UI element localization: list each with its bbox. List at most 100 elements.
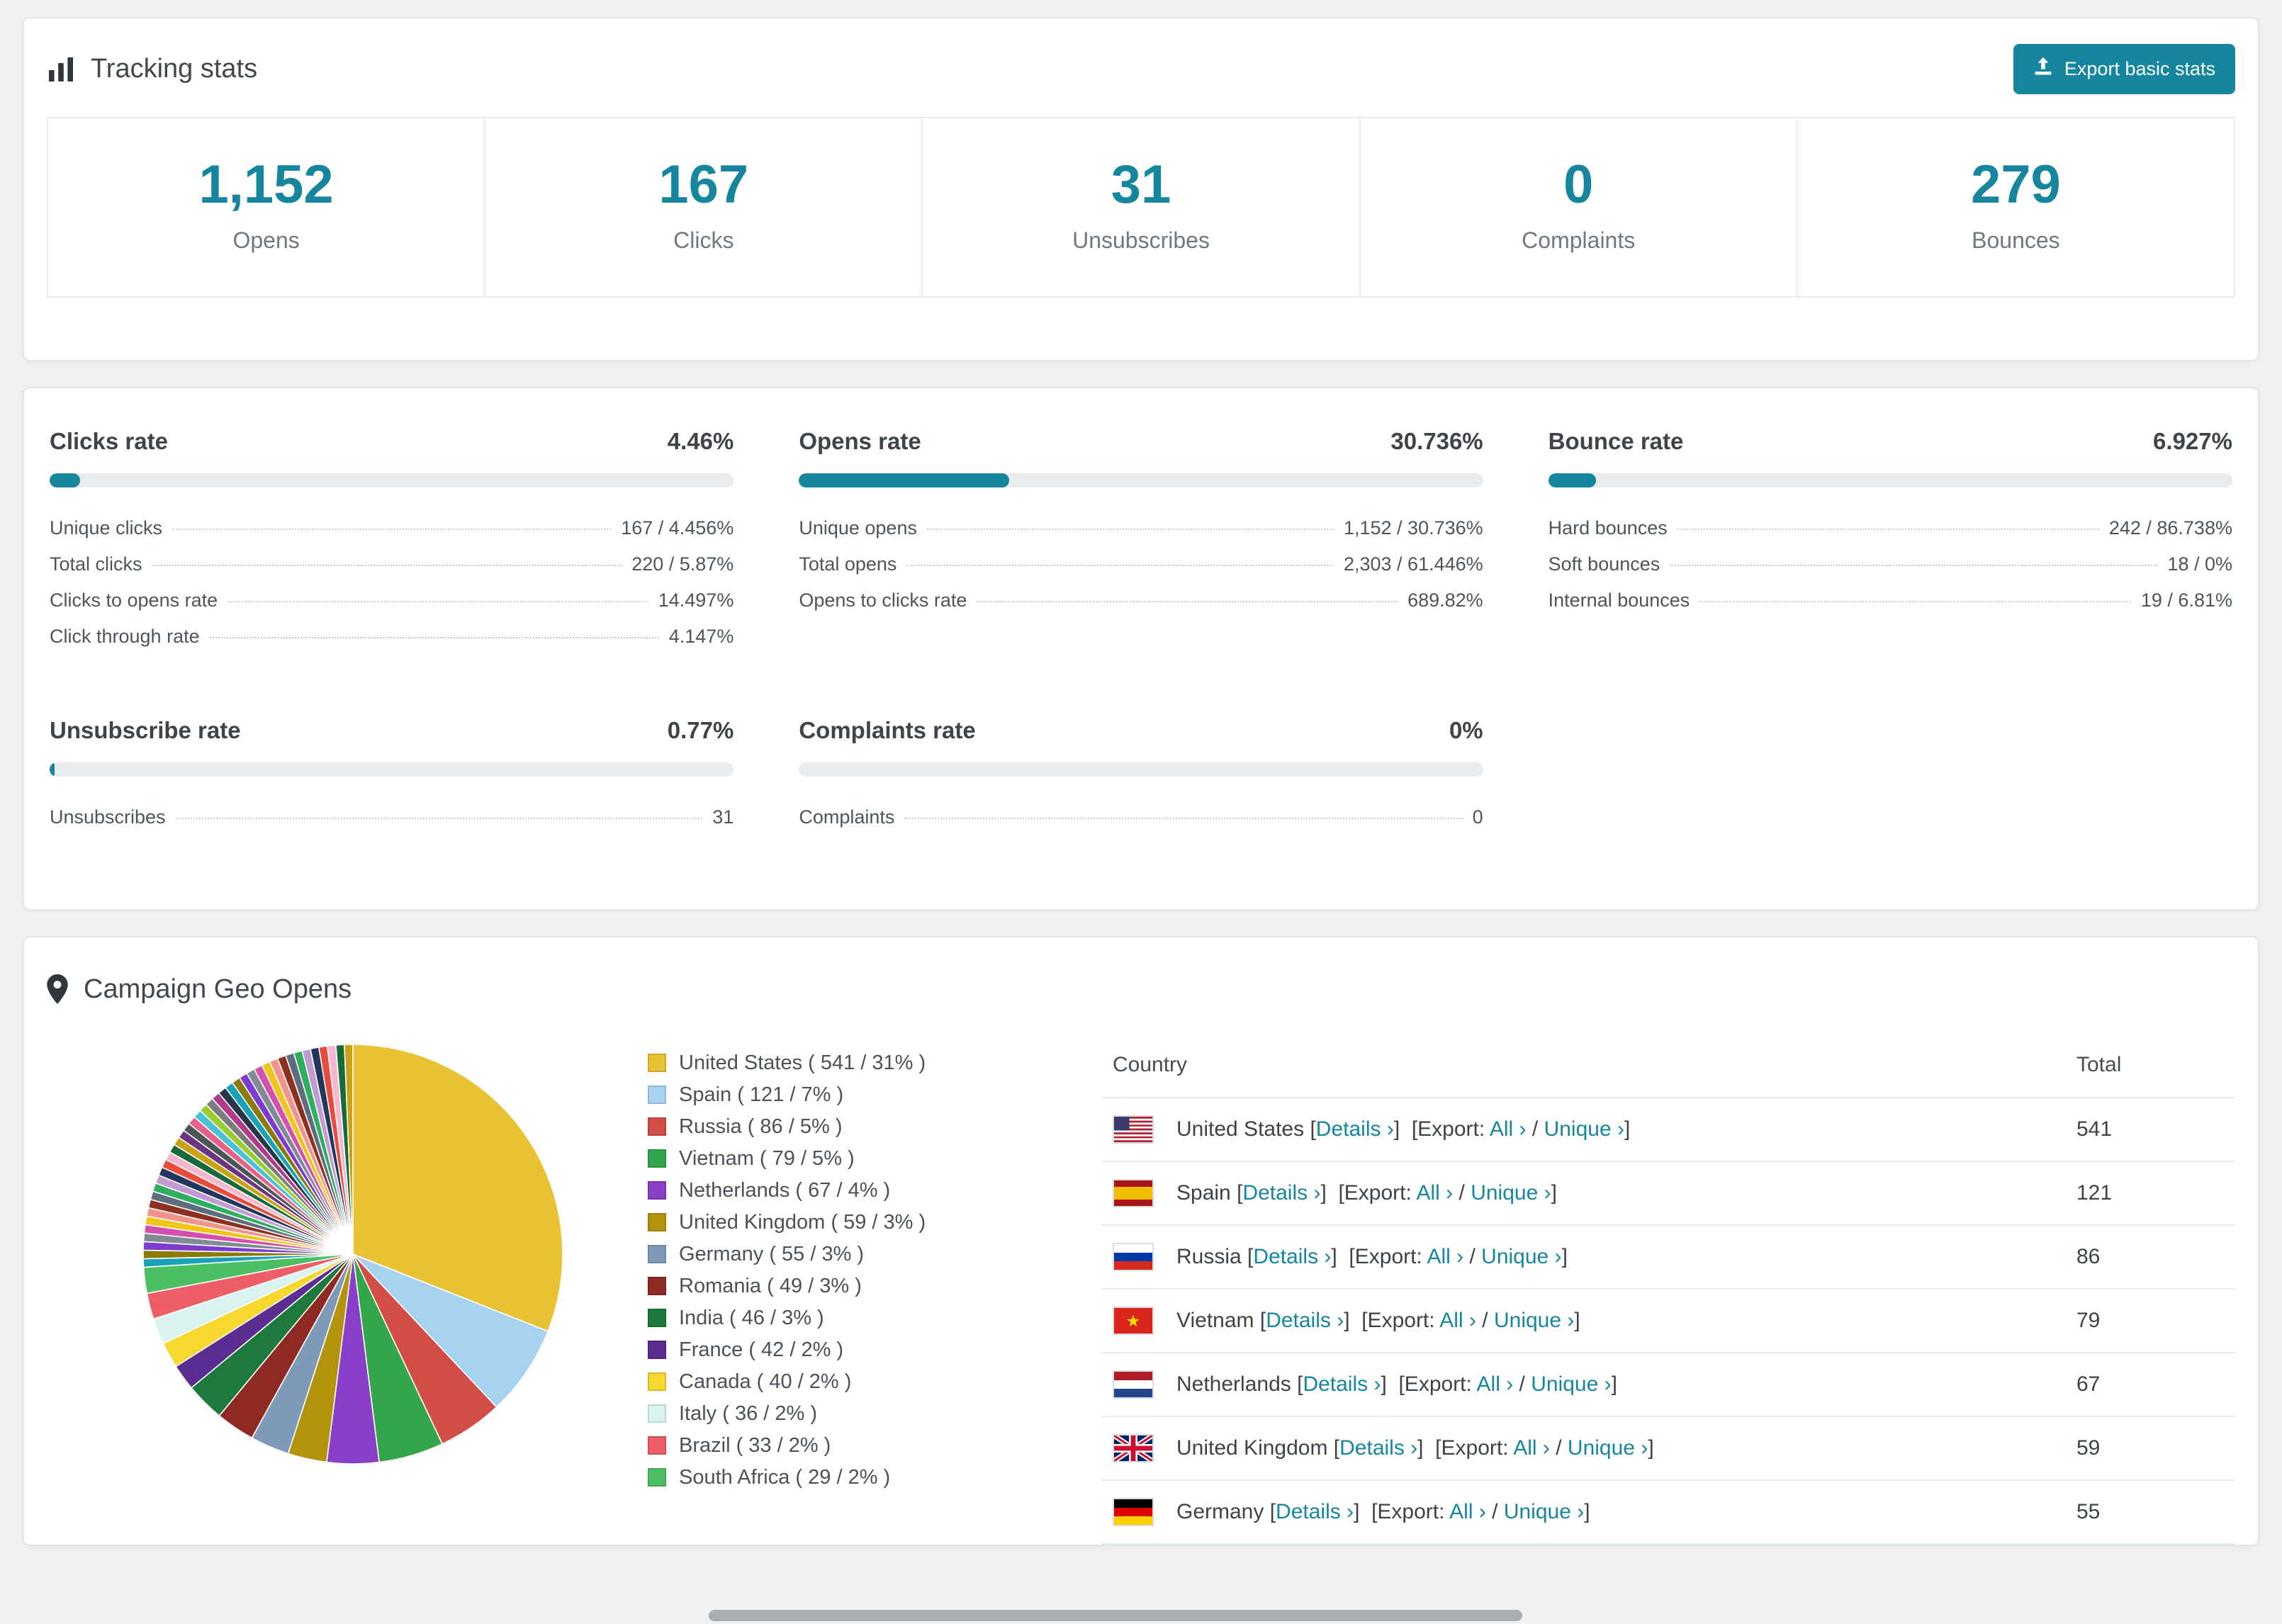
metric-label: Unsubscribes xyxy=(50,806,166,828)
rate-value: 6.927% xyxy=(2153,427,2232,454)
dotted-leader xyxy=(977,600,1398,602)
legend-item-united-kingdom[interactable]: United Kingdom ( 59 / 3% ) xyxy=(648,1207,1008,1239)
export-all-link-spain[interactable]: All › xyxy=(1417,1181,1454,1205)
legend-label: France ( 42 / 2% ) xyxy=(679,1338,844,1361)
metric-label: Complaints xyxy=(799,806,895,828)
legend-swatch xyxy=(648,1054,666,1073)
rate-metric-unique-opens: Unique opens 1,152 / 30.736% xyxy=(799,510,1483,546)
export-all-link-united-kingdom[interactable]: All › xyxy=(1513,1436,1550,1460)
details-link-vietnam[interactable]: Details › xyxy=(1266,1309,1344,1332)
campaign-geo-opens-card: Campaign Geo Opens United States ( 541 /… xyxy=(23,935,2259,1546)
metric-label: Unique clicks xyxy=(50,517,163,538)
legend-label: India ( 46 / 3% ) xyxy=(679,1306,824,1329)
legend-item-italy[interactable]: Italy ( 36 / 2% ) xyxy=(648,1398,1008,1430)
legend-label: South Africa ( 29 / 2% ) xyxy=(679,1465,891,1489)
export-unique-link-united-kingdom[interactable]: Unique › xyxy=(1568,1436,1648,1460)
legend-label: Romania ( 49 / 3% ) xyxy=(679,1274,862,1297)
legend-item-south-africa[interactable]: South Africa ( 29 / 2% ) xyxy=(648,1462,1008,1494)
geo-table-body: United States [Details ›] [Export: All ›… xyxy=(1101,1097,2235,1545)
metric-value: 689.82% xyxy=(1407,589,1483,611)
rate-title: Opens rate xyxy=(799,427,921,454)
legend-swatch xyxy=(648,1149,666,1168)
legend-item-spain[interactable]: Spain ( 121 / 7% ) xyxy=(648,1079,1008,1111)
geo-title-text: Campaign Geo Opens xyxy=(84,974,352,1004)
legend-item-romania[interactable]: Romania ( 49 / 3% ) xyxy=(648,1270,1008,1302)
export-all-link-vietnam[interactable]: All › xyxy=(1439,1309,1476,1332)
legend-item-united-states[interactable]: United States ( 541 / 31% ) xyxy=(648,1047,1008,1079)
metric-label: Opens to clicks rate xyxy=(799,589,967,611)
country-total: 121 xyxy=(2065,1161,2235,1226)
rate-metric-opens-to-clicks-rate: Opens to clicks rate 689.82% xyxy=(799,582,1483,619)
country-text: Netherlands [Details ›] [Export: All › /… xyxy=(1176,1372,1617,1396)
country-text: United Kingdom [Details ›] [Export: All … xyxy=(1176,1436,1654,1460)
flag-ru-icon xyxy=(1113,1242,1154,1271)
legend-item-germany[interactable]: Germany ( 55 / 3% ) xyxy=(648,1239,1008,1270)
details-link-united-kingdom[interactable]: Details › xyxy=(1339,1436,1417,1460)
horizontal-scrollbar-thumb[interactable] xyxy=(709,1610,1522,1621)
country-total: 55 xyxy=(2065,1479,2235,1545)
stat-complaints-label: Complaints xyxy=(1522,227,1636,253)
map-pin-icon xyxy=(47,974,68,1005)
country-text: Vietnam [Details ›] [Export: All › / Uni… xyxy=(1176,1308,1580,1332)
geo-row-netherlands: Netherlands [Details ›] [Export: All › /… xyxy=(1101,1352,2235,1417)
legend-item-vietnam[interactable]: Vietnam ( 79 / 5% ) xyxy=(648,1143,1008,1175)
dotted-leader xyxy=(904,817,1463,819)
legend-item-canada[interactable]: Canada ( 40 / 2% ) xyxy=(648,1366,1008,1398)
flag-es-icon xyxy=(1113,1178,1154,1207)
legend-item-russia[interactable]: Russia ( 86 / 5% ) xyxy=(648,1111,1008,1143)
country-total: 79 xyxy=(2065,1288,2235,1353)
legend-swatch xyxy=(648,1277,666,1296)
rate-head: Unsubscribe rate 0.77% xyxy=(50,717,734,744)
export-all-link-russia[interactable]: All › xyxy=(1427,1245,1463,1268)
dotted-leader xyxy=(1699,600,2131,602)
rate-value: 0.77% xyxy=(667,716,734,743)
rate-head: Bounce rate 6.927% xyxy=(1548,428,2232,455)
rate-block-complaints-rate: Complaints rate 0% Complaints 0 xyxy=(799,717,1483,835)
details-link-united-states[interactable]: Details › xyxy=(1316,1117,1394,1141)
rate-metric-soft-bounces: Soft bounces 18 / 0% xyxy=(1548,546,2232,582)
col-total: Total xyxy=(2065,1041,2235,1098)
details-link-germany[interactable]: Details › xyxy=(1276,1500,1354,1523)
legend-label: United States ( 541 / 31% ) xyxy=(679,1051,926,1074)
legend-item-india[interactable]: India ( 46 / 3% ) xyxy=(648,1302,1008,1334)
export-unique-link-russia[interactable]: Unique › xyxy=(1481,1245,1561,1268)
rate-title: Clicks rate xyxy=(50,427,168,454)
rates-grid: Clicks rate 4.46% Unique clicks 167 / 4.… xyxy=(50,428,2232,835)
legend-swatch xyxy=(648,1181,666,1200)
export-all-link-united-states[interactable]: All › xyxy=(1490,1117,1527,1141)
export-unique-link-united-states[interactable]: Unique › xyxy=(1544,1117,1624,1141)
rate-title: Complaints rate xyxy=(799,716,976,743)
export-unique-link-spain[interactable]: Unique › xyxy=(1471,1181,1551,1205)
legend-item-france[interactable]: France ( 42 / 2% ) xyxy=(648,1334,1008,1366)
tracking-stats-title-text: Tracking stats xyxy=(91,54,258,84)
export-basic-stats-button[interactable]: Export basic stats xyxy=(2013,44,2235,94)
flag-gb-icon xyxy=(1113,1433,1154,1463)
stats-strip: 1,152 Opens 167 Clicks 31 Unsubscribes 0… xyxy=(47,117,2235,298)
legend-swatch xyxy=(648,1468,666,1487)
rate-value: 0% xyxy=(1449,716,1483,743)
legend-item-brazil[interactable]: Brazil ( 33 / 2% ) xyxy=(648,1430,1008,1462)
legend-swatch xyxy=(648,1245,666,1264)
legend-label: Vietnam ( 79 / 5% ) xyxy=(679,1146,855,1170)
legend-swatch xyxy=(648,1117,666,1137)
rate-progress-fill xyxy=(799,473,1010,487)
details-link-spain[interactable]: Details › xyxy=(1242,1181,1320,1205)
export-unique-link-netherlands[interactable]: Unique › xyxy=(1531,1372,1611,1396)
details-link-russia[interactable]: Details › xyxy=(1253,1245,1331,1268)
tracking-stats-card: Tracking stats Export basic stats 1,152 … xyxy=(23,17,2259,361)
legend-item-netherlands[interactable]: Netherlands ( 67 / 4% ) xyxy=(648,1175,1008,1207)
details-link-netherlands[interactable]: Details › xyxy=(1303,1372,1381,1396)
rates-card: Clicks rate 4.46% Unique clicks 167 / 4.… xyxy=(23,386,2259,910)
legend-label: Italy ( 36 / 2% ) xyxy=(679,1402,818,1425)
export-unique-link-vietnam[interactable]: Unique › xyxy=(1494,1309,1574,1332)
export-all-link-germany[interactable]: All › xyxy=(1449,1500,1486,1523)
rate-progress-track xyxy=(1548,473,2232,487)
export-unique-link-germany[interactable]: Unique › xyxy=(1504,1500,1584,1523)
legend-swatch xyxy=(648,1341,666,1360)
metric-value: 18 / 0% xyxy=(2167,553,2232,575)
rate-metric-complaints: Complaints 0 xyxy=(799,799,1483,835)
stat-complaints: 0 Complaints xyxy=(1359,118,1797,296)
rate-progress-track xyxy=(50,762,734,777)
country-cell: United States [Details ›] [Export: All ›… xyxy=(1113,1115,2054,1144)
export-all-link-netherlands[interactable]: All › xyxy=(1477,1372,1514,1396)
